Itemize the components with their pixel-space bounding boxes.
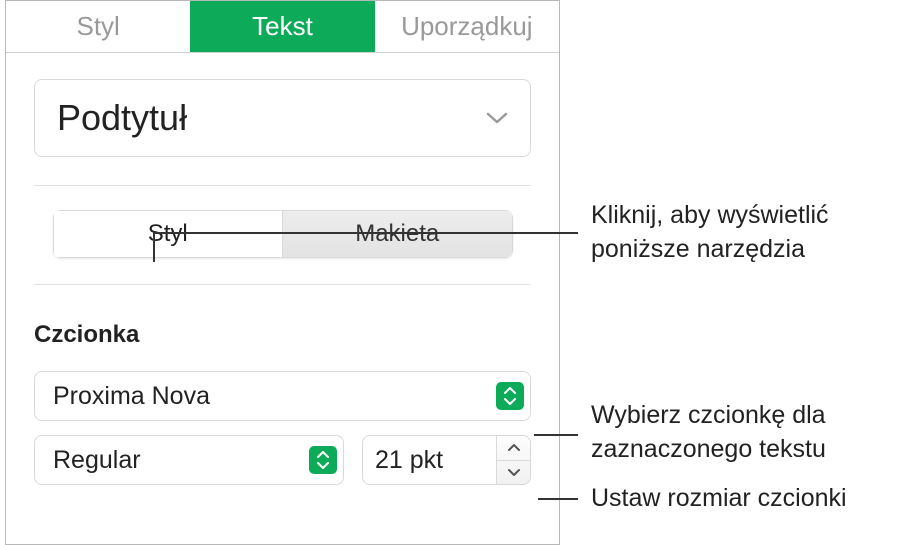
tab-style[interactable]: Styl — [6, 1, 190, 52]
chevron-up-icon — [507, 443, 521, 452]
updown-icon — [309, 446, 337, 474]
paragraph-style-dropdown[interactable]: Podtytuł — [34, 79, 531, 157]
callout-tools: Kliknij, aby wyświetlić poniższe narzędz… — [591, 199, 915, 267]
format-top-tabs: Styl Tekst Uporządkuj — [6, 1, 559, 53]
divider — [34, 284, 531, 285]
panel-body: Podtytuł Styl Makieta Czcionka Proxima N… — [6, 53, 559, 485]
format-panel: Styl Tekst Uporządkuj Podtytuł Styl Maki… — [5, 0, 560, 545]
callout-font: Wybierz czcionkę dla zaznaczonego tekstu — [591, 399, 915, 467]
font-weight-value: Regular — [53, 446, 141, 475]
font-size-stepper: 21 pkt — [362, 435, 531, 485]
stepper-buttons — [497, 435, 531, 485]
font-section-label: Czcionka — [34, 321, 531, 349]
stepper-down-button[interactable] — [497, 461, 530, 485]
divider — [34, 185, 531, 186]
font-size-field[interactable]: 21 pkt — [362, 435, 497, 485]
subtab-style[interactable]: Styl — [53, 210, 284, 258]
stepper-up-button[interactable] — [497, 436, 530, 461]
callout-line — [538, 498, 578, 500]
font-weight-size-row: Regular 21 pkt — [34, 435, 531, 485]
chevron-down-icon — [507, 468, 521, 477]
tab-text[interactable]: Tekst — [190, 1, 374, 52]
callout-line — [534, 434, 578, 436]
paragraph-style-label: Podtytuł — [57, 97, 187, 139]
tab-arrange[interactable]: Uporządkuj — [375, 1, 559, 52]
callout-size: Ustaw rozmiar czcionki — [591, 482, 847, 516]
chevron-down-icon — [486, 111, 508, 125]
subtab-layout[interactable]: Makieta — [283, 210, 513, 258]
font-family-value: Proxima Nova — [53, 382, 210, 411]
callout-line — [153, 232, 155, 262]
callout-line — [153, 232, 578, 234]
text-subtabs: Styl Makieta — [53, 210, 513, 258]
font-family-select[interactable]: Proxima Nova — [34, 371, 531, 421]
updown-icon — [496, 382, 524, 410]
font-weight-select[interactable]: Regular — [34, 435, 344, 485]
